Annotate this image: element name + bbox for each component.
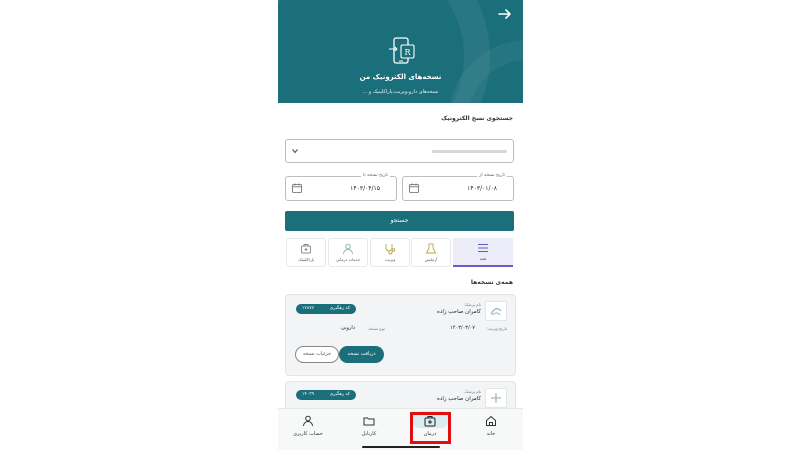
user-icon xyxy=(303,415,313,427)
tracking-badge: کد رهگیری ۱۲۸۷۷ xyxy=(296,304,356,314)
highlight-annotation-box xyxy=(410,412,451,444)
tab-label: ویزیت xyxy=(384,257,396,262)
page-subtitle: نسخه‌های دارو،ویزیت،پاراکلینیک و ... xyxy=(362,89,439,95)
receive-prescription-button[interactable]: دریافت نسخه xyxy=(339,346,384,363)
doctor-name: کامران صاحب زاده xyxy=(437,309,481,315)
visit-date-value: ۱۴۰۳/۰۳/۰۷ xyxy=(450,325,475,331)
home-icon xyxy=(486,415,496,426)
user-icon xyxy=(343,243,353,255)
date-from-value: ۱۴۰۳/۰۱/۰۸ xyxy=(467,185,497,192)
tab-label: پاراکلینیک xyxy=(298,257,314,262)
nav-label: حساب کاربری xyxy=(293,431,323,437)
type-value: دارویی xyxy=(340,325,355,331)
prescription-card: نام پزشک: کامران صاحب زاده کد رهگیری ۱۲۸… xyxy=(285,294,516,376)
tab-all[interactable]: همه xyxy=(453,238,513,267)
nav-account[interactable]: حساب کاربری xyxy=(278,409,338,450)
date-to-field[interactable]: تاریخ نسخه تا ۱۴۰۳/۰۴/۱۵ xyxy=(285,173,397,201)
tab-label: آزمایش xyxy=(424,257,438,262)
folder-icon xyxy=(363,417,375,426)
tracking-number: ۱۲۸۷۷ xyxy=(302,306,315,311)
prescription-phone-icon: R xyxy=(389,37,415,64)
tab-lab[interactable]: آزمایش xyxy=(411,238,451,267)
search-button[interactable]: جستجو xyxy=(285,211,514,231)
visit-date-label: تاریخ ویزیت: xyxy=(486,326,507,331)
medical-icon xyxy=(301,244,311,254)
tracking-badge: کد رهگیری ۱۴۰۳۹ xyxy=(296,390,356,400)
tracking-label: کد رهگیری xyxy=(329,392,350,397)
nav-cartable[interactable]: کارتابل xyxy=(339,409,399,450)
tracking-number: ۱۴۰۳۹ xyxy=(302,392,315,397)
date-to-label: تاریخ نسخه تا xyxy=(360,173,390,178)
page-title: نسخه‌های الکترونیک من xyxy=(359,73,442,81)
nav-home[interactable]: خانه xyxy=(461,409,521,450)
date-to-value: ۱۴۰۳/۰۴/۱۵ xyxy=(350,185,380,192)
tab-visit[interactable]: ویزیت xyxy=(370,238,410,267)
nav-label: کارتابل xyxy=(361,431,377,437)
header-banner: R نسخه‌های الکترونیک من نسخه‌های دارو،وی… xyxy=(278,0,523,103)
tracking-label: کد رهگیری xyxy=(329,306,350,311)
bottom-navigation: خانه درمان کارتابل حساب کاربری xyxy=(278,408,523,450)
patient-select-field[interactable] xyxy=(285,139,514,163)
doctor-label: نام پزشک: xyxy=(463,389,481,394)
date-from-field[interactable]: تاریخ نسخه از ۱۴۰۳/۰۱/۰۸ xyxy=(402,173,514,201)
menu-icon xyxy=(478,244,488,252)
tab-paraclinic[interactable]: پاراکلینیک xyxy=(286,238,326,267)
tab-services[interactable]: خدمات درمانی xyxy=(328,238,368,267)
type-label: نوع نسخه: xyxy=(367,326,385,331)
svg-text:R: R xyxy=(404,48,411,57)
clinic-logo xyxy=(485,301,507,321)
search-section-title: جستجوی نسخ الکترونیک xyxy=(441,115,513,122)
chevron-down-icon xyxy=(292,149,298,154)
calendar-icon xyxy=(292,183,302,193)
arrow-right-icon[interactable] xyxy=(497,6,513,22)
nav-label: خانه xyxy=(486,431,496,437)
stethoscope-icon xyxy=(385,244,396,255)
prescription-details-button[interactable]: جزئیات نسخه xyxy=(295,346,339,363)
lab-icon xyxy=(425,243,437,254)
clinic-logo xyxy=(485,388,507,408)
plus-icon xyxy=(491,393,501,403)
tab-label: خدمات درمانی xyxy=(335,257,361,262)
doctor-label: نام پزشک: xyxy=(463,302,481,307)
date-from-label: تاریخ نسخه از xyxy=(477,173,507,178)
clinic-logo-icon xyxy=(490,308,502,316)
blurred-patient-name xyxy=(432,150,507,153)
doctor-name: کامران صاحب زاده xyxy=(437,396,481,402)
list-title: همه‌ی نسخه‌ها xyxy=(470,279,513,286)
home-indicator xyxy=(362,446,440,448)
calendar-icon xyxy=(409,183,419,193)
tab-label: همه xyxy=(479,256,487,261)
app-screen: R نسخه‌های الکترونیک من نسخه‌های دارو،وی… xyxy=(278,0,523,450)
